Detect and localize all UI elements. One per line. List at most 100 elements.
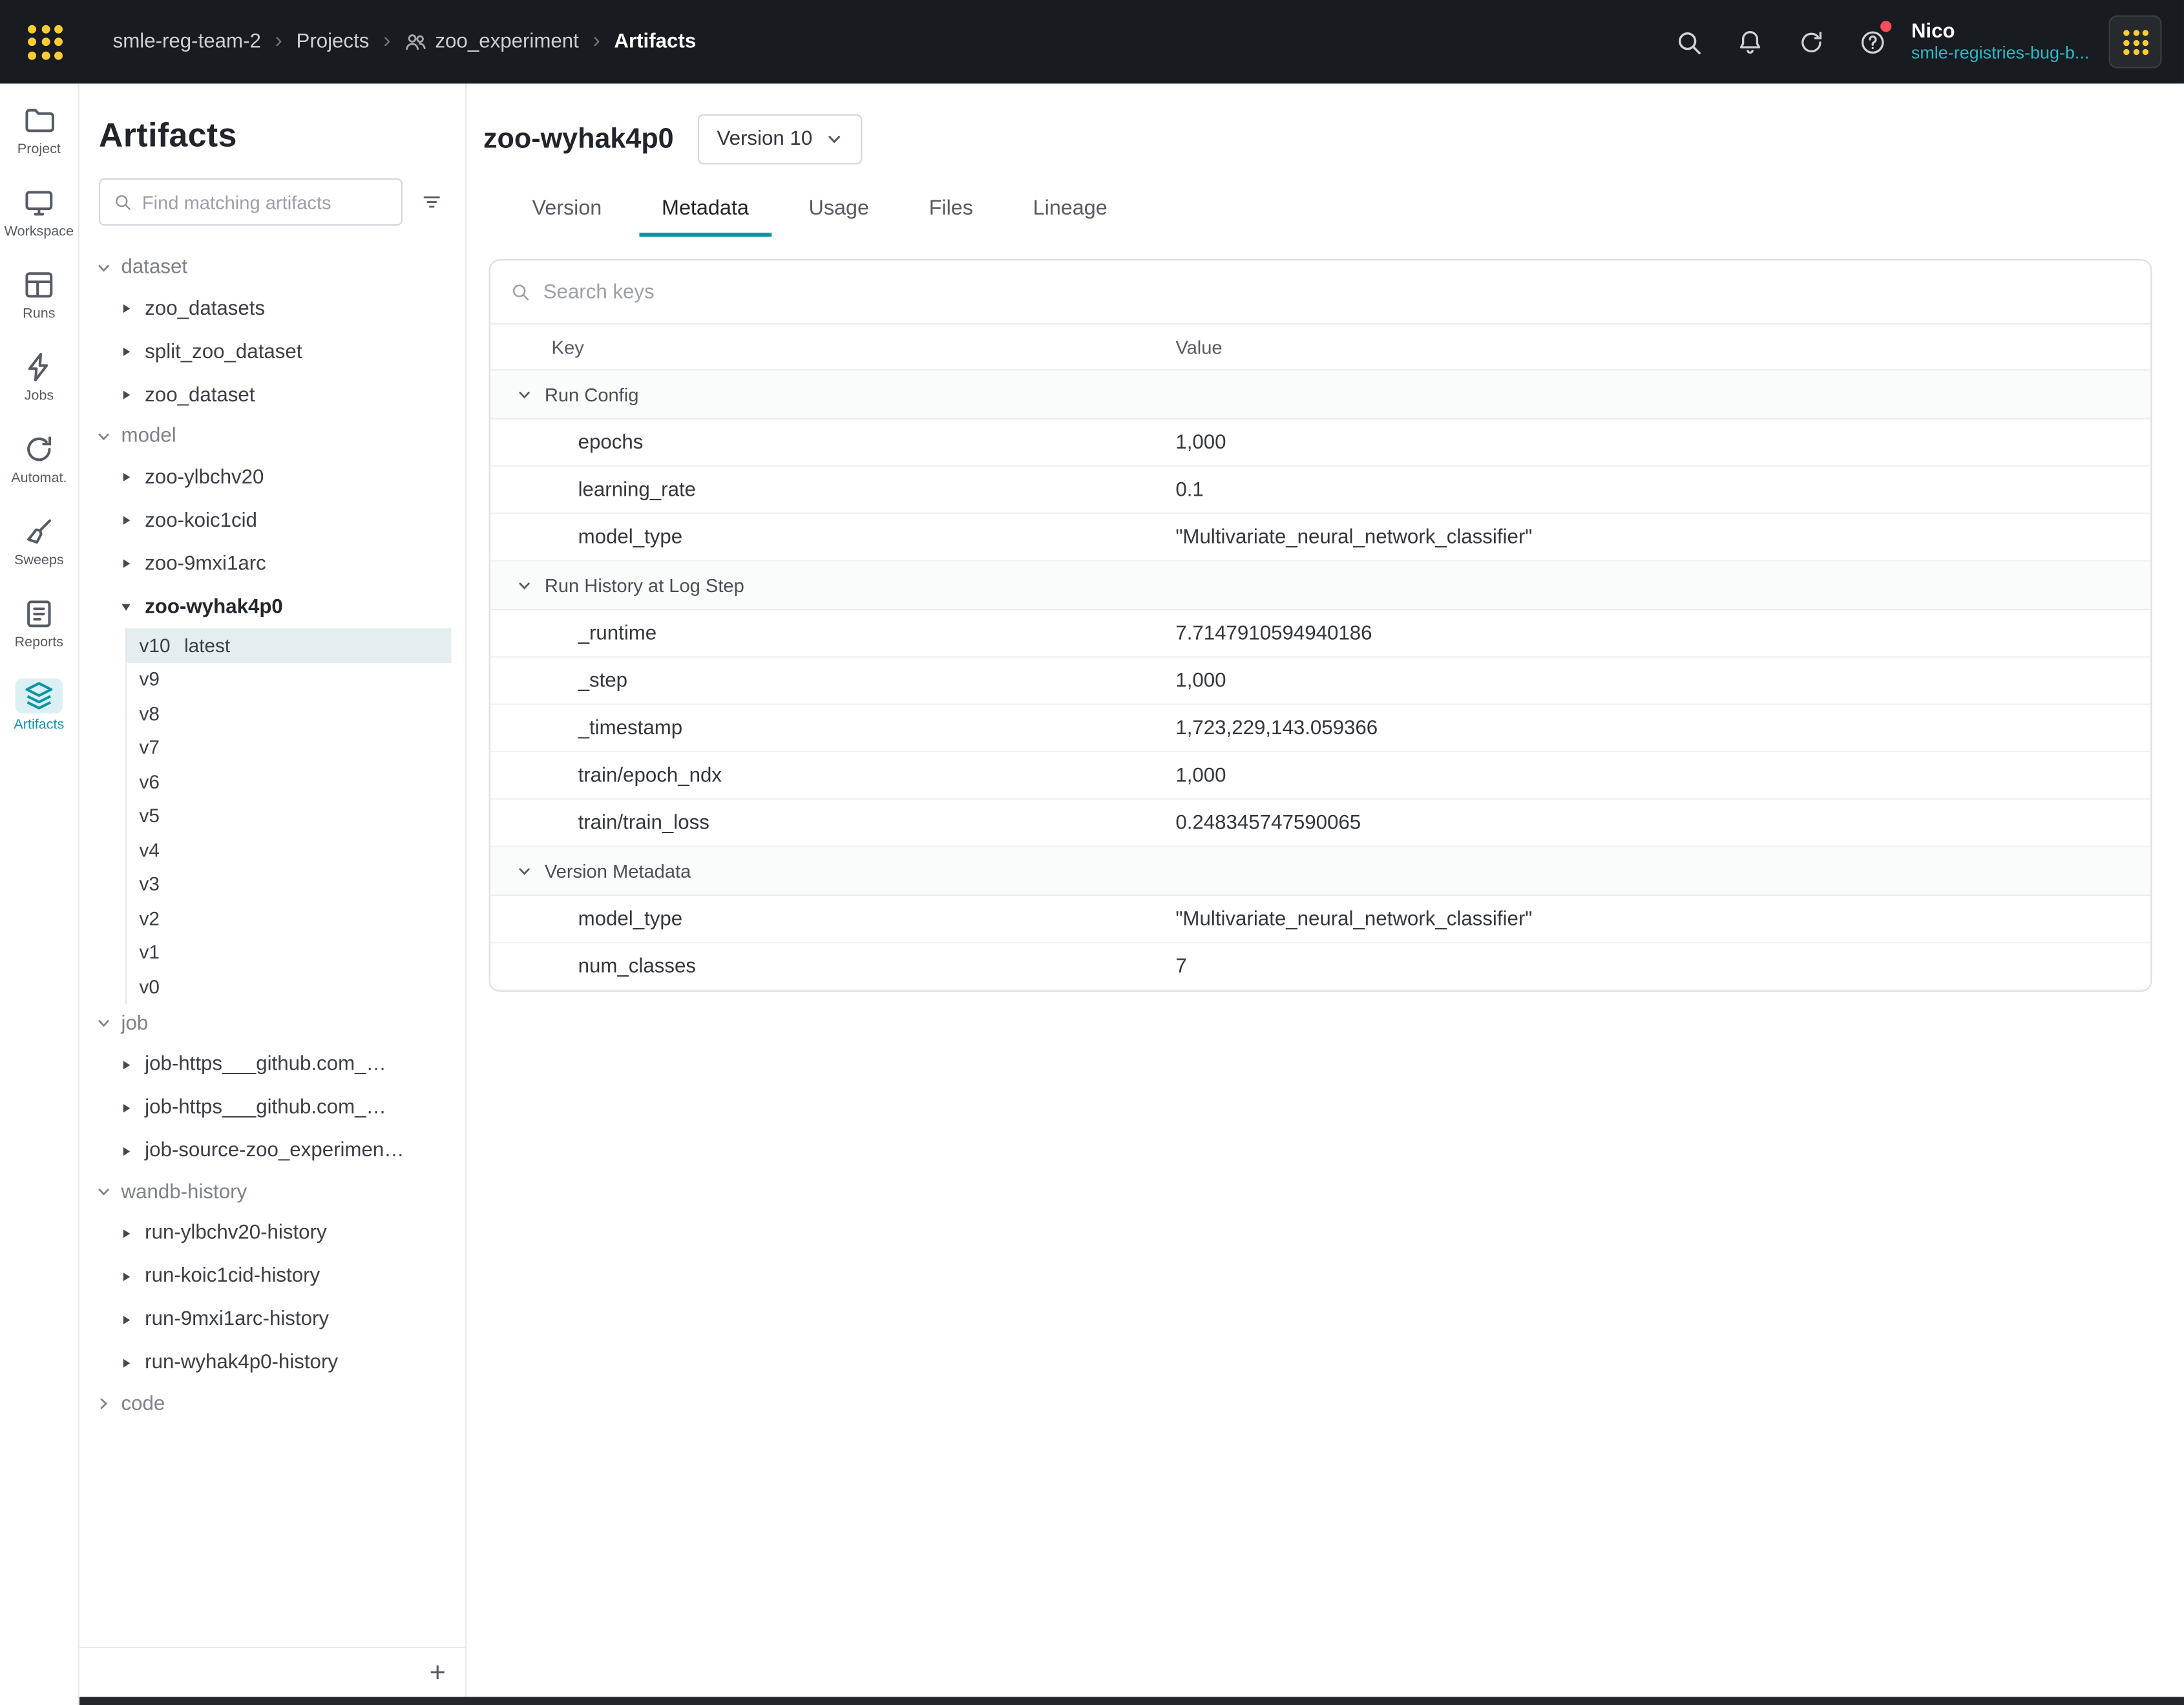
tree-item[interactable]: run-ylbchv20-history <box>96 1211 465 1255</box>
search-icon <box>1674 27 1703 56</box>
version-item-v0[interactable]: v0 <box>127 969 451 1004</box>
filter-button[interactable] <box>411 181 452 223</box>
artifacts-sidebar: Artifacts datasetzoo_datasetssplit_zoo_d… <box>79 83 467 1697</box>
help-button[interactable] <box>1847 17 1898 67</box>
search-button[interactable] <box>1663 17 1714 67</box>
triangle-right-icon <box>120 1145 132 1157</box>
section-row[interactable]: Run Config <box>490 370 2150 419</box>
help-icon <box>1858 27 1887 56</box>
rail-item-workspace[interactable]: Workspace <box>5 185 74 240</box>
rail-item-reports[interactable]: Reports <box>15 597 63 651</box>
tree-item[interactable]: zoo-koic1cid <box>96 499 465 542</box>
version-list: v10latestv9v8v7v6v5v4v3v2v1v0 <box>125 628 451 1004</box>
user-team-link[interactable]: smle-registries-bug-b... <box>1911 43 2090 63</box>
version-item-v9[interactable]: v9 <box>127 662 451 697</box>
top-navbar: smle-reg-team-2›Projects›zoo_experiment›… <box>0 0 2184 83</box>
rail-item-project[interactable]: Project <box>16 103 63 158</box>
breadcrumb-item[interactable]: Artifacts <box>614 30 696 52</box>
tree-item[interactable]: zoo-ylbchv20 <box>96 456 465 499</box>
tree-item[interactable]: job-https___github.com_… <box>96 1043 465 1086</box>
table-row: train/epoch_ndx1,000 <box>490 752 2150 800</box>
rail-item-jobs[interactable]: Jobs <box>16 350 63 404</box>
breadcrumb-separator-icon: › <box>593 29 600 54</box>
version-dropdown-label: Version 10 <box>717 128 812 150</box>
wandb-logo[interactable] <box>28 25 63 59</box>
version-item-v3[interactable]: v3 <box>127 867 451 902</box>
version-item-v5[interactable]: v5 <box>127 799 451 833</box>
tree-group-wandb-history[interactable]: wandb-history <box>96 1172 465 1211</box>
tree-item[interactable]: zoo_dataset <box>96 374 465 417</box>
section-row[interactable]: Run History at Log Step <box>490 562 2150 610</box>
tree-group-dataset[interactable]: dataset <box>96 248 465 287</box>
triangle-right-icon <box>120 1313 132 1326</box>
tree-item[interactable]: job-source-zoo_experimen… <box>96 1129 465 1172</box>
chevron-down-icon <box>96 1015 112 1031</box>
breadcrumb-item[interactable]: zoo_experiment <box>404 30 579 52</box>
add-button[interactable]: + <box>430 1658 446 1686</box>
triangle-right-icon <box>120 557 132 569</box>
version-item-v2[interactable]: v2 <box>127 902 451 936</box>
tab-lineage[interactable]: Lineage <box>1011 188 1129 237</box>
tab-version[interactable]: Version <box>510 188 624 237</box>
triangle-right-icon <box>120 302 132 315</box>
tree-group-code[interactable]: code <box>96 1384 465 1423</box>
rail-item-sweeps[interactable]: Sweeps <box>14 514 64 568</box>
notifications-button[interactable] <box>1725 17 1775 67</box>
artifact-search-input[interactable] <box>142 191 389 212</box>
layers-icon <box>16 679 63 714</box>
triangle-right-icon <box>120 471 132 483</box>
tree-item[interactable]: split_zoo_dataset <box>96 330 465 374</box>
breadcrumb: smle-reg-team-2›Projects›zoo_experiment›… <box>113 29 697 54</box>
tab-usage[interactable]: Usage <box>786 188 891 237</box>
version-item-v10[interactable]: v10latest <box>127 628 451 662</box>
tree-group-model[interactable]: model <box>96 417 465 456</box>
chevron-down-icon <box>826 131 843 148</box>
rail-item-runs[interactable]: Runs <box>16 268 63 322</box>
broom-icon <box>16 514 63 549</box>
notification-dot <box>1880 21 1891 32</box>
table-icon <box>16 268 63 302</box>
breadcrumb-item[interactable]: smle-reg-team-2 <box>113 30 261 52</box>
version-item-v1[interactable]: v1 <box>127 935 451 969</box>
team-icon <box>404 30 426 52</box>
tree-item[interactable]: zoo-wyhak4p0 <box>96 585 465 628</box>
artifact-header: zoo-wyhak4p0 Version 10 <box>483 114 2184 165</box>
tab-metadata[interactable]: Metadata <box>640 188 772 237</box>
section-row[interactable]: Version Metadata <box>490 847 2150 896</box>
rail-item-artifacts[interactable]: Artifacts <box>14 679 64 733</box>
icon-rail: Project Workspace Runs Jobs Automat. Sweeps Re… <box>0 83 79 1705</box>
table-row: _timestamp1,723,229,143.059366 <box>490 705 2150 752</box>
automation-icon <box>16 432 63 467</box>
table-row: model_type"Multivariate_neural_network_c… <box>490 896 2150 943</box>
breadcrumb-separator-icon: › <box>275 29 282 54</box>
version-dropdown[interactable]: Version 10 <box>697 114 863 165</box>
tree-item[interactable]: run-wyhak4p0-history <box>96 1341 465 1384</box>
triangle-right-icon <box>120 1227 132 1239</box>
column-header-value: Value <box>1175 337 2150 357</box>
rail-item-automations[interactable]: Automat. <box>11 432 67 486</box>
tree-item[interactable]: run-9mxi1arc-history <box>96 1298 465 1341</box>
sidebar-footer: + <box>79 1647 465 1697</box>
user-avatar[interactable] <box>2109 16 2162 69</box>
table-row: epochs1,000 <box>490 419 2150 467</box>
version-item-v8[interactable]: v8 <box>127 697 451 731</box>
refresh-button[interactable] <box>1786 17 1836 67</box>
table-row: num_classes7 <box>490 943 2150 990</box>
breadcrumb-item[interactable]: Projects <box>296 30 369 52</box>
tree-item[interactable]: zoo_datasets <box>96 287 465 330</box>
version-item-v6[interactable]: v6 <box>127 765 451 799</box>
chevron-right-icon <box>96 1396 112 1412</box>
chevron-down-icon <box>517 863 532 878</box>
version-item-v4[interactable]: v4 <box>127 833 451 867</box>
tree-item[interactable]: job-https___github.com_… <box>96 1086 465 1129</box>
tab-files[interactable]: Files <box>907 188 995 237</box>
tree-item[interactable]: run-koic1cid-history <box>96 1255 465 1298</box>
table-row: _step1,000 <box>490 657 2150 704</box>
table-row: model_type"Multivariate_neural_network_c… <box>490 514 2150 561</box>
triangle-right-icon <box>120 388 132 401</box>
key-search-input[interactable] <box>543 281 2131 302</box>
tree-item[interactable]: zoo-9mxi1arc <box>96 542 465 586</box>
table-header: Key Value <box>490 324 2150 370</box>
tree-group-job[interactable]: job <box>96 1004 465 1043</box>
version-item-v7[interactable]: v7 <box>127 731 451 765</box>
